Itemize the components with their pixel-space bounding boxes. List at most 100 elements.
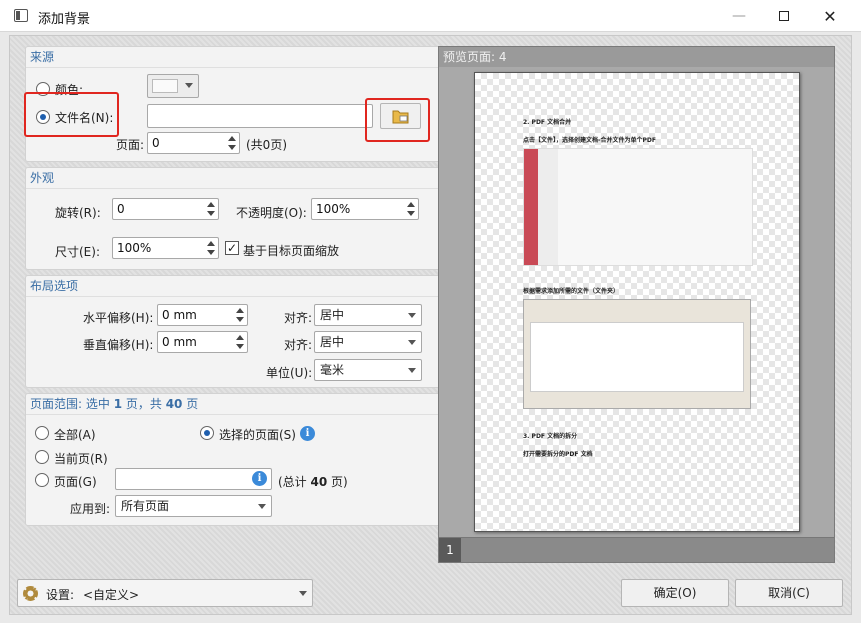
doc-heading-1: 2. PDF 文档合并 — [523, 119, 572, 126]
settings-select[interactable]: 设置: <自定义> — [17, 579, 313, 607]
align-value-1: 居中 — [320, 308, 345, 322]
all-pages-radio[interactable] — [35, 426, 49, 440]
page-label: 页面: — [116, 138, 145, 152]
size-label: 尺寸(E): — [55, 245, 100, 259]
ok-button[interactable]: 确定(O) — [621, 579, 729, 607]
cancel-button[interactable]: 取消(C) — [735, 579, 843, 607]
pages-input[interactable] — [115, 468, 272, 490]
spin-arrows-icon[interactable] — [406, 201, 416, 217]
h-offset-stepper[interactable]: 0 mm — [157, 304, 248, 326]
page-range-suffix: 页 — [182, 397, 199, 411]
spin-arrows-icon[interactable] — [206, 201, 216, 217]
page-range-header: 页面范围: 选中 1 页，共 40 页 — [26, 394, 440, 415]
spin-arrows-icon[interactable] — [227, 135, 237, 151]
scale-to-page-checkbox[interactable]: ✓ — [225, 241, 239, 255]
minimize-button[interactable]: — — [716, 0, 762, 32]
selected-count: 1 — [113, 397, 123, 411]
highlight-browse-button — [365, 98, 430, 142]
apply-to-select[interactable]: 所有页面 — [115, 495, 272, 517]
color-picker[interactable] — [147, 74, 199, 98]
scale-to-page-label: 基于目标页面缩放 — [243, 244, 340, 258]
total-pages-label: (总计 40 页) — [278, 473, 348, 490]
unit-label: 单位(U): — [266, 366, 313, 380]
rotation-value: 0 — [117, 202, 125, 216]
v-offset-label: 垂直偏移(H): — [83, 338, 154, 352]
doc-line-1: 点击【文件】，选择创建文档-合并文件为单个PDF — [523, 137, 656, 144]
appearance-section: 外观 旋转(R): 0 不透明度(O): 100% 尺寸(E): 100% ✓ … — [25, 167, 441, 270]
spin-arrows-icon[interactable] — [235, 307, 245, 323]
doc-line-2: 根据需求添加所需的文件（文件夹） — [523, 288, 620, 295]
selected-pages-label: 选择的页面(S) — [219, 428, 296, 442]
filename-input[interactable] — [147, 104, 373, 128]
appearance-header: 外观 — [26, 168, 440, 189]
unit-value: 毫米 — [320, 363, 345, 377]
add-background-dialog: 来源 颜色: 文件名(N): 页面: 0 (共0页) 外观 旋转(R): 0 不… — [9, 35, 852, 615]
doc-line-3: 打开需要拆分的PDF 文档 — [523, 451, 593, 458]
doc-screenshot-2-content — [530, 322, 744, 392]
size-value: 100% — [117, 241, 152, 255]
apply-to-label: 应用到: — [70, 502, 111, 516]
rotation-stepper[interactable]: 0 — [112, 198, 219, 220]
page-strip: 1 — [439, 537, 834, 562]
maximize-icon — [779, 11, 789, 21]
doc-screenshot-nav — [538, 149, 558, 265]
total-count: 40 — [165, 397, 183, 411]
preview-area: 2. PDF 文档合并 点击【文件】，选择创建文档-合并文件为单个PDF 根据需… — [439, 67, 834, 537]
footer-bar: 设置: <自定义> 确定(O) 取消(C) — [10, 569, 851, 615]
settings-value: <自定义> — [83, 588, 140, 602]
rotation-label: 旋转(R): — [55, 206, 101, 220]
align-select-2[interactable]: 居中 — [314, 331, 422, 353]
spin-arrows-icon[interactable] — [235, 334, 245, 350]
chevron-down-icon — [185, 83, 193, 88]
opacity-label: 不透明度(O): — [236, 206, 307, 220]
align-select-1[interactable]: 居中 — [314, 304, 422, 326]
highlight-filename-option — [24, 92, 119, 137]
chevron-down-icon — [258, 504, 266, 509]
layout-header: 布局选项 — [26, 276, 440, 297]
info-icon[interactable]: i — [300, 426, 315, 441]
chevron-down-icon — [299, 591, 307, 596]
align-value-2: 居中 — [320, 335, 345, 349]
h-offset-label: 水平偏移(H): — [83, 311, 154, 325]
apply-to-value: 所有页面 — [121, 499, 170, 513]
doc-screenshot-1 — [523, 148, 753, 266]
preview-panel: 预览页面: 4 2. PDF 文档合并 点击【文件】，选择创建文档-合并文件为单… — [438, 46, 835, 563]
page-value: 0 — [152, 136, 160, 150]
align-label-2: 对齐: — [284, 338, 313, 352]
size-stepper[interactable]: 100% — [112, 237, 219, 259]
chevron-down-icon — [408, 313, 416, 318]
doc-screenshot-sidebar — [524, 149, 538, 265]
preview-title: 预览页面: 4 — [439, 47, 834, 67]
preview-page: 2. PDF 文档合并 点击【文件】，选择创建文档-合并文件为单个PDF 根据需… — [474, 72, 800, 532]
page-range-prefix: 页面范围: 选中 — [30, 397, 114, 411]
close-button[interactable]: ✕ — [807, 0, 853, 32]
app-window-icon — [14, 9, 28, 22]
color-swatch — [152, 79, 178, 93]
current-page-radio[interactable] — [35, 450, 49, 464]
doc-heading-2: 3. PDF 文档的拆分 — [523, 433, 578, 440]
maximize-button[interactable] — [761, 0, 807, 32]
page-thumbnail-1[interactable]: 1 — [439, 538, 461, 562]
total-suffix: 页) — [327, 475, 348, 489]
opacity-value: 100% — [316, 202, 351, 216]
pages-label: 页面(G) — [54, 475, 97, 489]
page-stepper[interactable]: 0 — [147, 132, 240, 154]
doc-screenshot-2 — [523, 299, 751, 409]
title-bar: 添加背景 — ✕ — [0, 0, 861, 32]
layout-section: 布局选项 水平偏移(H): 0 mm 对齐: 居中 垂直偏移(H): 0 mm … — [25, 275, 441, 388]
info-icon[interactable]: i — [252, 471, 267, 486]
pages-radio[interactable] — [35, 473, 49, 487]
selected-pages-radio[interactable] — [200, 426, 214, 440]
chevron-down-icon — [408, 340, 416, 345]
v-offset-value: 0 mm — [162, 335, 197, 349]
align-label-1: 对齐: — [284, 311, 313, 325]
settings-label: 设置: — [46, 588, 75, 602]
unit-select[interactable]: 毫米 — [314, 359, 422, 381]
window-title: 添加背景 — [38, 12, 91, 27]
v-offset-stepper[interactable]: 0 mm — [157, 331, 248, 353]
current-page-label: 当前页(R) — [54, 452, 108, 466]
total-count-bold: 40 — [310, 475, 328, 489]
opacity-stepper[interactable]: 100% — [311, 198, 419, 220]
total-prefix: (总计 — [278, 475, 311, 489]
spin-arrows-icon[interactable] — [206, 240, 216, 256]
